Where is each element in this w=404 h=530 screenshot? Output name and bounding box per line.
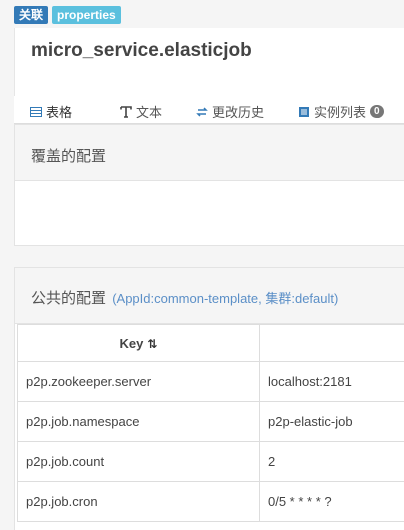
table-row: p2p.job.cron 0/5 * * * * ?	[17, 481, 404, 522]
text-icon	[120, 105, 132, 118]
tab-label: 实例列表	[314, 105, 367, 120]
instances-icon	[299, 106, 309, 117]
table-icon	[30, 106, 42, 117]
properties-badge: properties	[52, 6, 121, 24]
tab-label: 更改历史	[212, 105, 265, 120]
table-header-row: Key ⇅	[17, 324, 404, 362]
config-value: 2	[259, 441, 404, 482]
config-value: p2p-elastic-job	[259, 401, 404, 442]
view-tabs: 表格 文本 更改历史 实例列表 0	[14, 96, 404, 127]
namespace-title: micro_service.elasticjob	[31, 40, 252, 61]
common-config-header: 公共的配置 (AppId:common-template, 集群:default…	[15, 268, 404, 324]
tab-instances[interactable]: 实例列表 0	[298, 102, 384, 121]
config-key: p2p.job.cron	[17, 481, 260, 522]
instance-count-badge: 0	[370, 105, 384, 118]
override-config-title: 覆盖的配置	[15, 125, 404, 181]
config-value: 0/5 * * * * ?	[259, 481, 404, 522]
sort-icon[interactable]: ⇅	[147, 337, 157, 351]
config-value: localhost:2181	[259, 361, 404, 402]
table-row: p2p.job.count 2	[17, 441, 404, 482]
tab-history[interactable]: 更改历史	[196, 102, 264, 121]
config-key: p2p.job.namespace	[17, 401, 260, 442]
tab-text[interactable]: 文本	[120, 102, 162, 121]
history-icon	[196, 106, 208, 117]
config-key: p2p.zookeeper.server	[17, 361, 260, 402]
common-config-section: 公共的配置 (AppId:common-template, 集群:default…	[14, 267, 404, 530]
common-config-subtitle: (AppId:common-template, 集群:default)	[112, 291, 339, 306]
config-table: Key ⇅ p2p.zookeeper.server localhost:2181…	[17, 324, 404, 522]
config-key: p2p.job.count	[17, 441, 260, 482]
namespace-badges: 关联 properties	[14, 6, 121, 24]
table-row: p2p.job.namespace p2p-elastic-job	[17, 401, 404, 442]
table-row: p2p.zookeeper.server localhost:2181	[17, 361, 404, 402]
relation-badge: 关联	[14, 6, 49, 24]
tab-label: 文本	[136, 105, 163, 120]
value-column-header	[259, 324, 404, 362]
override-config-section: 覆盖的配置	[14, 124, 404, 246]
tab-label: 表格	[46, 105, 73, 120]
common-config-title: 公共的配置	[31, 290, 107, 307]
key-column-header[interactable]: Key ⇅	[17, 324, 260, 362]
